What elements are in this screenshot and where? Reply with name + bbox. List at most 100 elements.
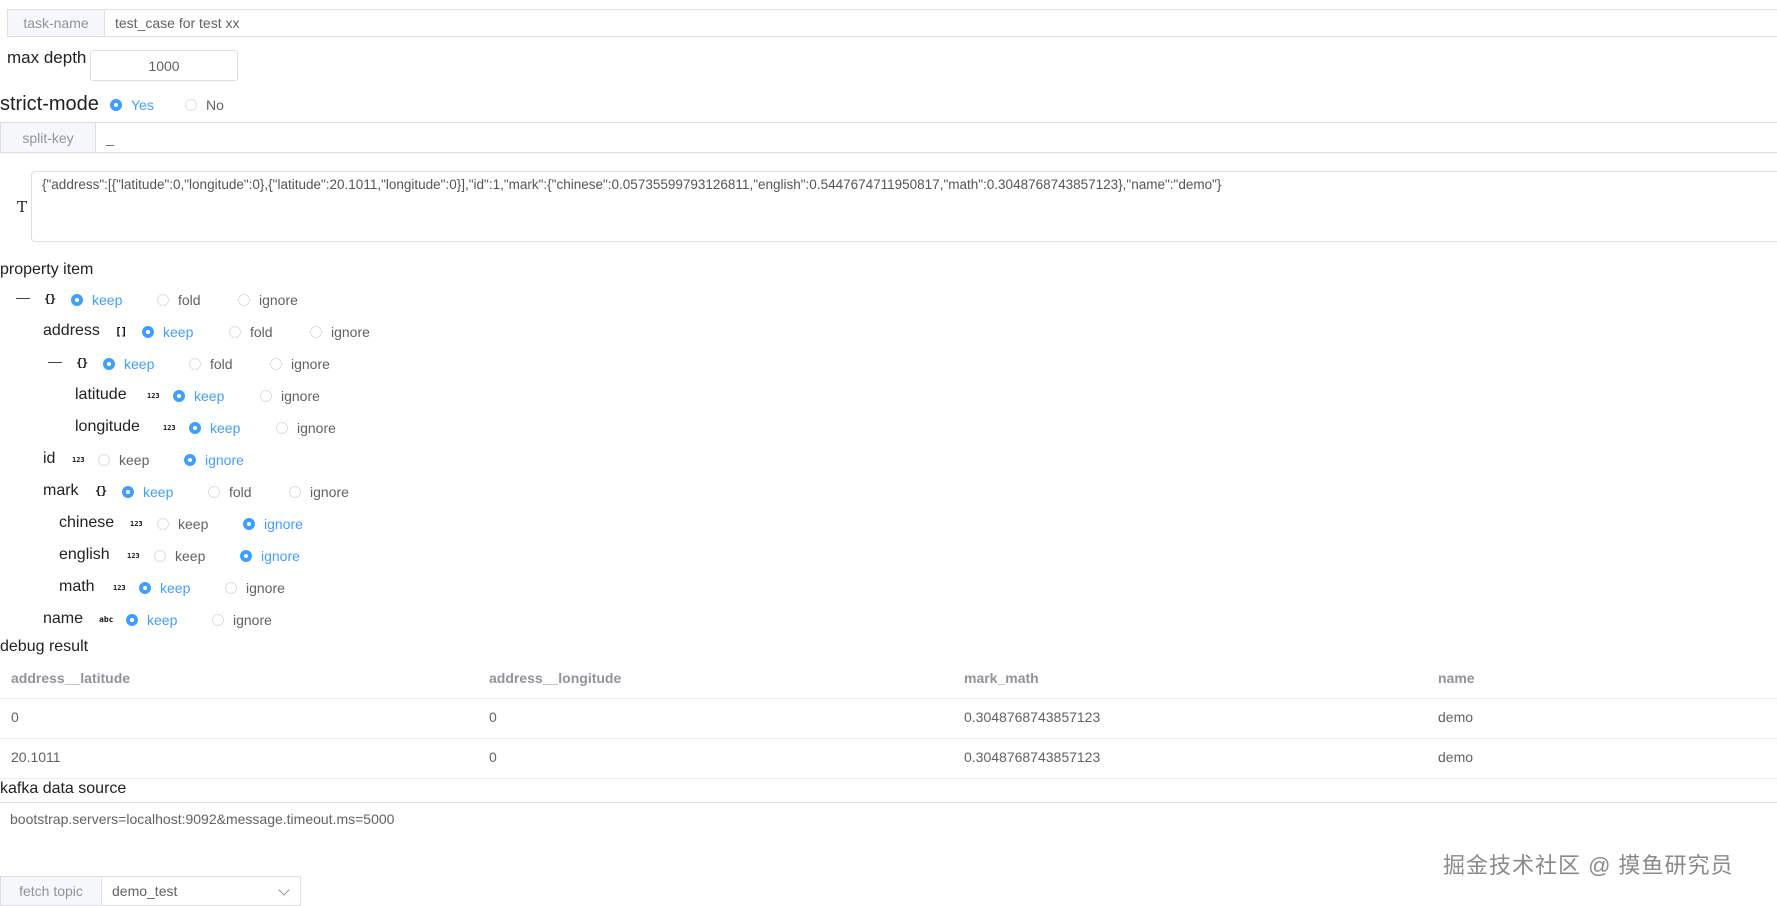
strict-mode-yes-radio[interactable]: Yes <box>110 97 154 113</box>
radio-label: ignore <box>310 484 349 500</box>
longitude-ignore-radio[interactable]: ignore <box>276 420 336 436</box>
table-cell: 0 <box>489 749 497 765</box>
node-id-label: id <box>43 450 56 467</box>
english-ignore-radio[interactable]: ignore <box>240 548 300 564</box>
column-header: name <box>1438 670 1475 686</box>
node-english-label: english <box>59 546 110 563</box>
radio-dot <box>103 358 115 370</box>
radio-dot <box>238 294 250 306</box>
radio-dot <box>157 518 169 530</box>
mark-keep-radio[interactable]: keep <box>122 484 173 500</box>
radio-label: keep <box>210 420 241 436</box>
string-icon: abc <box>99 615 114 624</box>
radio-label: ignore <box>281 388 320 404</box>
number-icon: 123 <box>127 552 140 560</box>
radio-label: ignore <box>205 452 244 468</box>
table-cell: 20.1011 <box>11 749 61 765</box>
radio-dot <box>208 486 220 498</box>
task-name-input[interactable]: test_case for test xx <box>104 9 1777 37</box>
latitude-keep-radio[interactable]: keep <box>173 388 224 404</box>
address-fold-radio[interactable]: fold <box>229 324 273 340</box>
radio-label: No <box>206 97 224 113</box>
radio-label: fold <box>210 356 233 372</box>
node-latitude-label: latitude <box>75 386 127 403</box>
table-cell: 0.3048768743857123 <box>964 749 1101 765</box>
json-input-textarea[interactable]: {"address":[{"latitude":0,"longitude":0}… <box>31 171 1777 242</box>
root-keep-radio[interactable]: keep <box>71 292 122 308</box>
radio-label: keep <box>175 548 206 564</box>
property-item-title: property item <box>0 261 94 278</box>
row-divider <box>0 778 1777 779</box>
radio-dot <box>189 358 201 370</box>
chinese-ignore-radio[interactable]: ignore <box>243 516 303 532</box>
number-icon: 123 <box>130 520 143 528</box>
chevron-down-icon <box>278 884 290 896</box>
radio-label: keep <box>160 580 191 596</box>
table-cell: demo <box>1438 749 1474 765</box>
radio-dot <box>173 390 185 402</box>
kafka-data-source-title: kafka data source <box>0 780 127 797</box>
column-header: mark_math <box>964 670 1039 686</box>
radio-dot <box>139 582 151 594</box>
number-icon: 123 <box>147 392 160 400</box>
mark-fold-radio[interactable]: fold <box>208 484 252 500</box>
name-keep-radio[interactable]: keep <box>126 612 177 628</box>
radio-label: keep <box>143 484 174 500</box>
fetch-topic-select[interactable]: demo_test <box>101 876 301 906</box>
math-keep-radio[interactable]: keep <box>139 580 190 596</box>
address-item-ignore-radio[interactable]: ignore <box>270 356 330 372</box>
id-ignore-radio[interactable]: ignore <box>184 452 244 468</box>
table-cell: 0 <box>489 709 497 725</box>
node-chinese-label: chinese <box>59 514 115 531</box>
max-depth-input[interactable]: 1000 <box>90 50 238 81</box>
split-key-input[interactable]: _ <box>95 122 1777 153</box>
radio-dot <box>122 486 134 498</box>
task-name-label: task-name <box>7 9 105 37</box>
collapse-toggle[interactable]: — <box>48 353 62 369</box>
radio-dot <box>270 358 282 370</box>
english-keep-radio[interactable]: keep <box>154 548 205 564</box>
mark-ignore-radio[interactable]: ignore <box>289 484 349 500</box>
address-keep-radio[interactable]: keep <box>142 324 193 340</box>
table-cell: 0 <box>11 709 19 725</box>
radio-dot <box>71 294 83 306</box>
node-address-label: address <box>43 322 100 339</box>
radio-label: keep <box>178 516 209 532</box>
address-item-fold-radio[interactable]: fold <box>189 356 233 372</box>
name-ignore-radio[interactable]: ignore <box>212 612 272 628</box>
id-keep-radio[interactable]: keep <box>98 452 149 468</box>
root-ignore-radio[interactable]: ignore <box>238 292 298 308</box>
string-type-icon: T <box>17 198 28 216</box>
column-header: address__latitude <box>11 670 131 686</box>
number-icon: 123 <box>113 584 126 592</box>
math-ignore-radio[interactable]: ignore <box>225 580 285 596</box>
split-key-label: split-key <box>0 122 96 153</box>
radio-dot <box>110 99 122 111</box>
chinese-keep-radio[interactable]: keep <box>157 516 208 532</box>
radio-label: ignore <box>264 516 303 532</box>
radio-label: ignore <box>297 420 336 436</box>
selected-value: demo_test <box>112 883 178 899</box>
fetch-topic-label: fetch topic <box>0 876 102 906</box>
collapse-toggle[interactable]: — <box>16 289 30 305</box>
radio-dot <box>189 422 201 434</box>
root-fold-radio[interactable]: fold <box>157 292 201 308</box>
radio-label: fold <box>250 324 273 340</box>
radio-dot <box>126 614 138 626</box>
node-longitude-label: longitude <box>75 418 140 435</box>
address-item-keep-radio[interactable]: keep <box>103 356 154 372</box>
longitude-keep-radio[interactable]: keep <box>189 420 240 436</box>
radio-dot <box>310 326 322 338</box>
radio-label: keep <box>194 388 225 404</box>
address-ignore-radio[interactable]: ignore <box>310 324 370 340</box>
radio-dot <box>154 550 166 562</box>
strict-mode-no-radio[interactable]: No <box>185 97 224 113</box>
latitude-ignore-radio[interactable]: ignore <box>260 388 320 404</box>
radio-label: keep <box>147 612 178 628</box>
number-icon: 123 <box>163 424 176 432</box>
node-math-label: math <box>59 578 95 595</box>
radio-label: ignore <box>233 612 272 628</box>
radio-dot <box>184 454 196 466</box>
radio-label: ignore <box>261 548 300 564</box>
radio-label: ignore <box>259 292 298 308</box>
